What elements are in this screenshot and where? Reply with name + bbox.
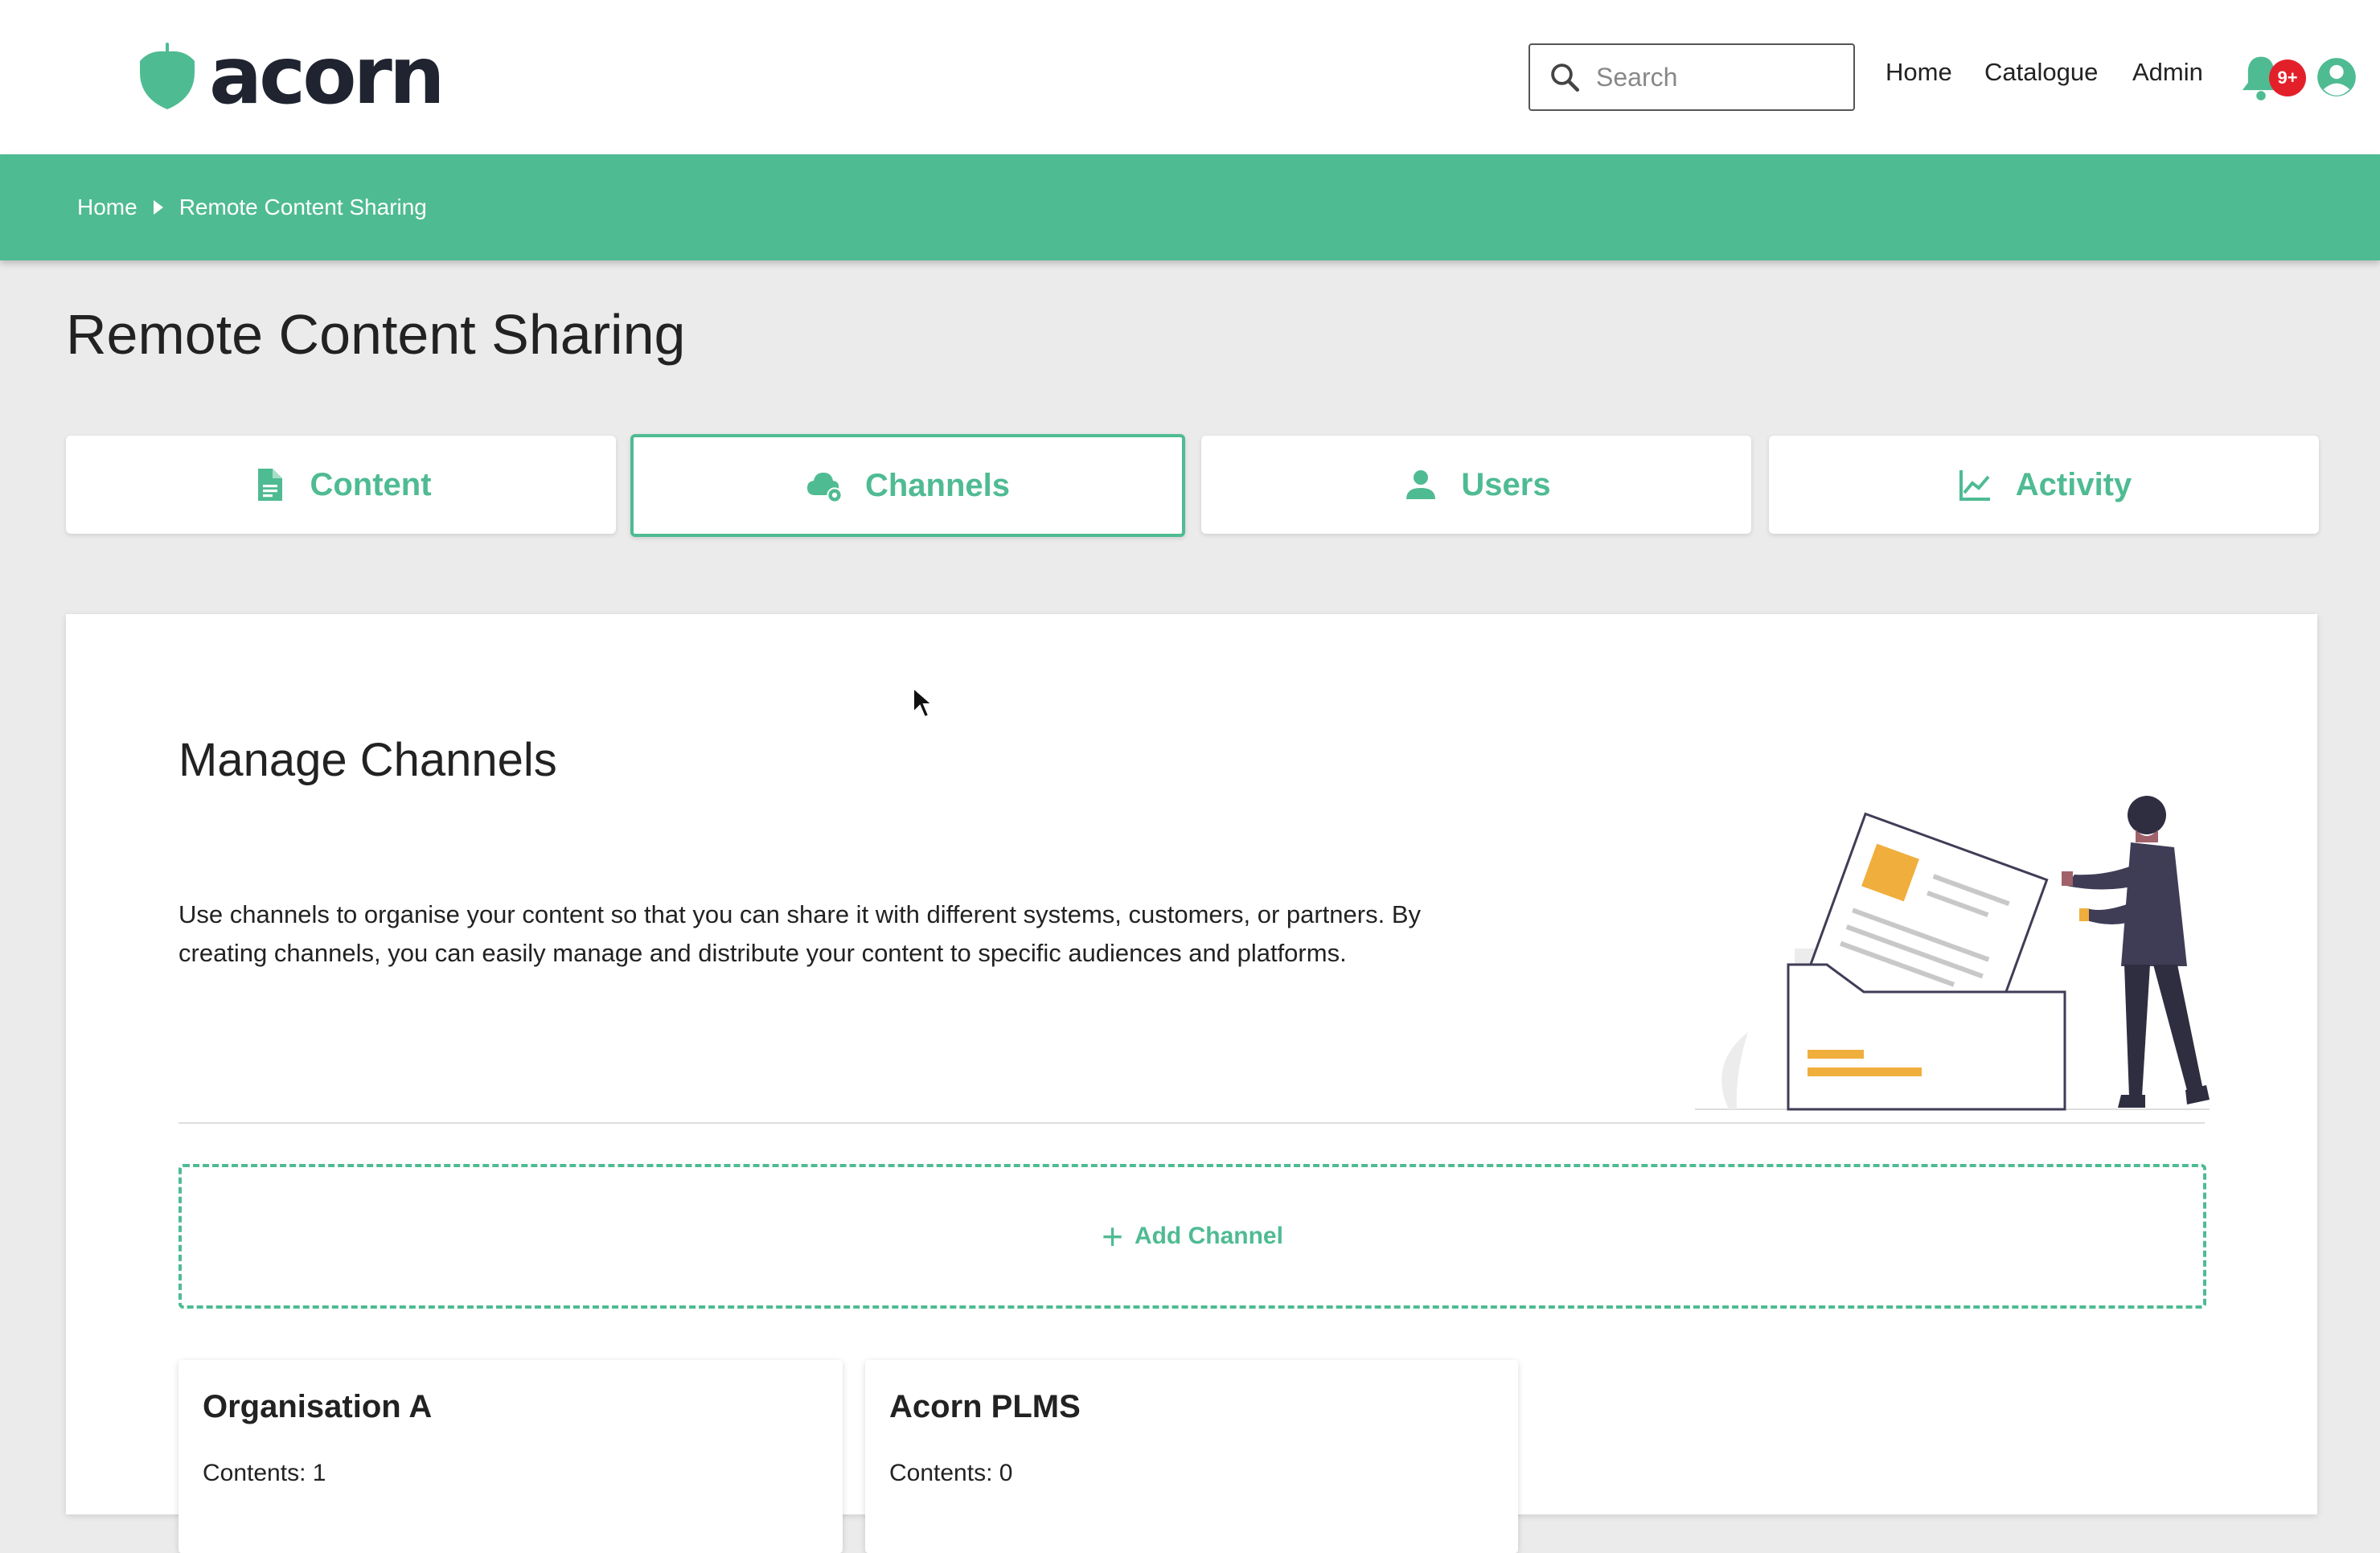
acorn-icon	[140, 43, 195, 109]
channel-card[interactable]: Organisation A Contents: 1	[178, 1360, 843, 1553]
nav-catalogue-link[interactable]: Catalogue	[1984, 58, 2098, 87]
acorn-logo[interactable]: acorn	[137, 31, 445, 122]
channel-contents-count: Contents: 1	[203, 1460, 326, 1486]
search-box[interactable]	[1529, 43, 1855, 111]
mouse-cursor-icon	[913, 686, 933, 719]
channel-name: Organisation A	[203, 1389, 433, 1424]
breadcrumb: Home Remote Content Sharing	[0, 154, 2380, 260]
person-icon	[1406, 470, 1436, 499]
add-channel-button[interactable]: + Add Channel	[178, 1164, 2206, 1309]
plus-icon: +	[1102, 1215, 1123, 1257]
line-chart-icon	[1959, 470, 1990, 501]
tab-users-label: Users	[1461, 466, 1551, 502]
tab-content[interactable]: Content	[66, 436, 616, 534]
tab-channels-label: Channels	[864, 467, 1011, 503]
tab-users[interactable]: Users	[1201, 436, 1751, 534]
add-channel-label: Add Channel	[1134, 1223, 1283, 1249]
manage-channels-title: Manage Channels	[178, 734, 557, 786]
breadcrumb-arrow-icon	[153, 200, 163, 215]
folder-illustration-icon	[1695, 796, 2210, 1111]
channel-name: Acorn PLMS	[889, 1389, 1081, 1424]
nav-home-link[interactable]: Home	[1886, 58, 1952, 87]
top-header: acorn Home Catalogue Admin 9+	[0, 0, 2380, 154]
search-input[interactable]	[1596, 62, 1837, 92]
tab-activity-label: Activity	[2015, 466, 2132, 502]
nav-admin-link[interactable]: Admin	[2132, 58, 2203, 87]
search-icon	[1551, 64, 1580, 92]
breadcrumb-current: Remote Content Sharing	[178, 195, 427, 219]
tab-channels[interactable]: Channels	[630, 434, 1185, 537]
logo-text: acorn	[209, 31, 445, 122]
tab-activity[interactable]: Activity	[1769, 436, 2319, 534]
manage-channels-card: Manage Channels Use channels to organise…	[66, 614, 2317, 1553]
manage-channels-description: Use channels to organise your content so…	[178, 900, 1422, 967]
channel-card[interactable]: Acorn PLMS Contents: 0	[865, 1360, 1518, 1553]
document-icon	[258, 469, 283, 501]
user-avatar-icon[interactable]	[2316, 56, 2357, 98]
page-title: Remote Content Sharing	[66, 303, 686, 366]
channel-contents-count: Contents: 0	[889, 1460, 1013, 1486]
tab-content-label: Content	[310, 466, 432, 502]
section-divider	[178, 1122, 2205, 1124]
breadcrumb-home[interactable]: Home	[77, 195, 137, 220]
notification-badge: 9+	[2269, 59, 2306, 96]
cloud-gear-icon	[806, 473, 843, 503]
